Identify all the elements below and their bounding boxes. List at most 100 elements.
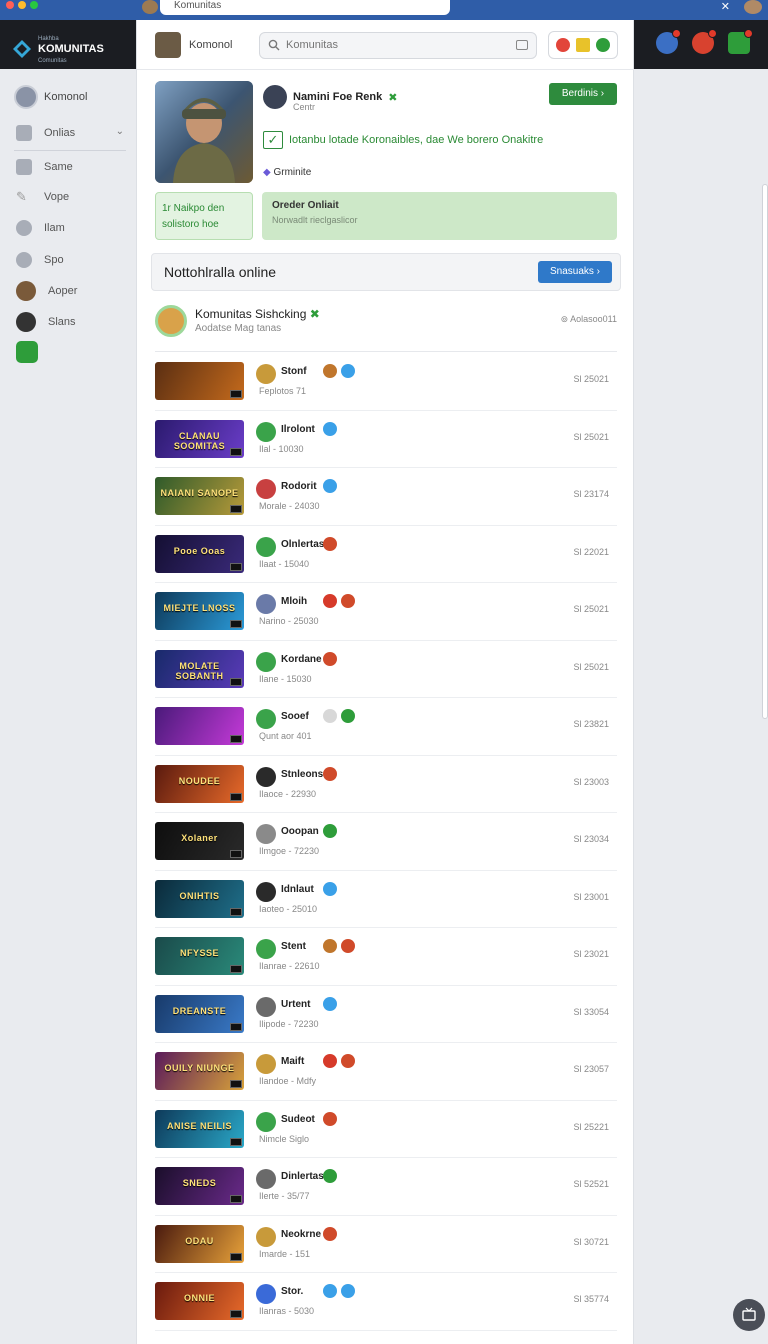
notification-badge <box>744 29 753 38</box>
list-item[interactable]: MIEJTE LNOSS Mloih Narino - 25030 Sl 250… <box>155 583 617 641</box>
scrollbar[interactable] <box>762 184 768 719</box>
status-tile[interactable]: Oreder Onliait Norwadlt rieclgaslicor <box>262 192 617 240</box>
sidebar-item-aoper[interactable]: Aoper <box>16 281 128 301</box>
game-thumbnail[interactable]: Xolaner <box>155 822 244 860</box>
list-item[interactable]: SNEDS Dinlertas Ilerte - 35/77 Sl 52521 <box>155 1158 617 1216</box>
avatar[interactable] <box>155 305 187 337</box>
list-item[interactable]: DREANSTE Urtent Ilipode - 72230 Sl 33054 <box>155 986 617 1043</box>
list-item[interactable]: OUILY NIUNGE Maift Ilandoe - Mdfy Sl 230… <box>155 1043 617 1101</box>
avatar[interactable] <box>256 479 276 499</box>
sidebar-divider <box>14 150 126 151</box>
close-icon[interactable]: ✕ <box>721 0 730 13</box>
list-item[interactable]: Xolaner Ooopan Ilmgoe - 72230 Sl 23034 <box>155 813 617 871</box>
avatar[interactable] <box>263 85 287 109</box>
list-item[interactable]: NFYSSE Stent Ilanrae - 22610 Sl 23021 <box>155 928 617 986</box>
check-circle-icon[interactable] <box>596 38 610 52</box>
online-action-button[interactable]: Snasuaks › <box>538 261 612 283</box>
avatar[interactable] <box>256 364 276 384</box>
game-thumbnail[interactable]: NFYSSE <box>155 937 244 975</box>
sidebar-item-spo[interactable]: Spo <box>16 250 128 270</box>
game-thumbnail[interactable]: Pooe Ooas <box>155 534 244 573</box>
row-subtitle: Feplotos 71 <box>259 386 307 396</box>
floating-action-button[interactable] <box>733 1299 765 1331</box>
badge-icon <box>341 594 355 608</box>
gift-icon[interactable] <box>728 29 753 54</box>
avatar[interactable] <box>256 881 276 902</box>
avatar[interactable] <box>256 651 276 672</box>
character-icon <box>16 281 36 301</box>
list-item[interactable]: MOLATE SOBANTH Kordane Ilane - 15030 Sl … <box>155 641 617 698</box>
sidebar-item-vope[interactable]: ✎ Vope <box>16 187 128 207</box>
game-thumbnail[interactable]: NOUDEE <box>155 764 244 803</box>
brand-logo[interactable]: Hakhba KOMUNITAS Comunitas <box>12 32 104 66</box>
avatar[interactable] <box>256 824 276 844</box>
row-value: Sl 25021 <box>573 661 609 672</box>
game-thumbnail[interactable]: DREANSTE <box>155 994 244 1033</box>
search-box[interactable] <box>259 32 537 59</box>
game-thumbnail[interactable]: MOLATE SOBANTH <box>155 649 244 688</box>
sidebar-item-same[interactable]: Same <box>16 157 128 177</box>
follow-button[interactable]: Berdinis › <box>549 83 617 105</box>
list-item[interactable]: ONIHTIS Idnlaut Iaoteo - 25010 Sl 23001 <box>155 871 617 928</box>
avatar[interactable] <box>256 996 276 1017</box>
avatar[interactable] <box>256 766 276 787</box>
list-item[interactable]: Pooe Ooas Olnlertas Ilaat - 15040 Sl 220… <box>155 526 617 583</box>
avatar[interactable] <box>256 939 276 959</box>
search-input[interactable] <box>286 39 506 51</box>
checkbox-icon[interactable]: ✓ <box>263 131 283 149</box>
avatar[interactable] <box>256 1226 276 1247</box>
account-avatar[interactable] <box>744 0 762 14</box>
avatar[interactable] <box>256 1111 276 1132</box>
list-item[interactable]: Sooef Qunt aor 401 Sl 23821 <box>155 698 617 756</box>
row-subtitle: Imarde - 151 <box>259 1248 311 1259</box>
row-name: Urtent <box>281 998 311 1010</box>
sidebar-user[interactable]: Komonol <box>14 85 87 109</box>
game-thumbnail[interactable]: SNEDS <box>155 1167 244 1205</box>
avatar[interactable] <box>256 709 276 729</box>
game-thumbnail[interactable]: ANISE NEILIS <box>155 1109 244 1148</box>
sidebar-item-chat[interactable] <box>16 341 128 363</box>
trophy-icon[interactable] <box>576 38 590 52</box>
row-badges <box>323 651 337 666</box>
row-subtitle: Ilerte - 35/77 <box>259 1191 310 1201</box>
avatar[interactable] <box>256 536 276 557</box>
game-thumbnail[interactable]: ONIHTIS <box>155 879 244 918</box>
avatar[interactable] <box>256 421 276 442</box>
sidebar-item-onlias[interactable]: Onlias ⌄ <box>16 123 128 143</box>
avatar[interactable] <box>256 594 276 614</box>
avatar[interactable] <box>155 32 181 58</box>
maximize-window-button[interactable] <box>30 1 38 9</box>
game-thumbnail[interactable]: NAIANI SANOPE <box>155 477 244 515</box>
minimize-window-button[interactable] <box>18 1 26 9</box>
info-tile[interactable]: 1r Naikpo den solistoro hoe <box>155 192 253 240</box>
game-thumbnail[interactable] <box>155 707 244 745</box>
avatar[interactable] <box>256 1054 276 1074</box>
game-thumbnail[interactable] <box>155 362 244 400</box>
emoji-icon[interactable] <box>556 38 570 52</box>
address-bar[interactable]: Komunitas <box>160 0 450 15</box>
list-item[interactable]: CLANAU SOOMITAS Ilrolont Ilal - 10030 Sl… <box>155 411 617 468</box>
close-window-button[interactable] <box>6 1 14 9</box>
pencil-icon: ✎ <box>16 189 27 204</box>
list-item[interactable]: ANISE NEILIS Sudeot Nimcle Siglo Sl 2522… <box>155 1101 617 1158</box>
sidebar-item-slans[interactable]: Slans <box>16 312 128 332</box>
keyboard-icon[interactable] <box>516 40 528 50</box>
flame-icon[interactable] <box>692 29 717 54</box>
list-item[interactable]: Stonf Feplotos 71 Sl 25021 <box>155 353 617 411</box>
globe-icon[interactable] <box>656 29 681 54</box>
list-item[interactable]: NAIANI SANOPE Rodorit Morale - 24030 Sl … <box>155 468 617 526</box>
game-thumbnail[interactable]: MIEJTE LNOSS <box>155 592 244 630</box>
game-thumbnail[interactable]: OUILY NIUNGE <box>155 1052 244 1090</box>
game-thumbnail[interactable]: ONNIE <box>155 1282 244 1320</box>
sidebar-item-ilam[interactable]: Ilam <box>16 218 128 238</box>
thumbnail-title: ODAU <box>185 1235 214 1246</box>
game-thumbnail[interactable]: ODAU <box>155 1224 244 1263</box>
list-item[interactable]: ODAU Neokrne Imarde - 151 Sl 30721 <box>155 1216 617 1273</box>
list-item[interactable]: NOUDEE Stnleons Ilaoce - 22930 Sl 23003 <box>155 756 617 813</box>
avatar[interactable] <box>256 1169 276 1189</box>
sidebar-user-name: Komonol <box>44 91 88 103</box>
list-item[interactable]: ONNIE Stor. Ilanras - 5030 Sl 35774 <box>155 1273 617 1331</box>
game-thumbnail[interactable]: CLANAU SOOMITAS <box>155 419 244 458</box>
thumbnail-title: NAIANI SANOPE <box>160 488 239 498</box>
avatar[interactable] <box>256 1284 276 1304</box>
